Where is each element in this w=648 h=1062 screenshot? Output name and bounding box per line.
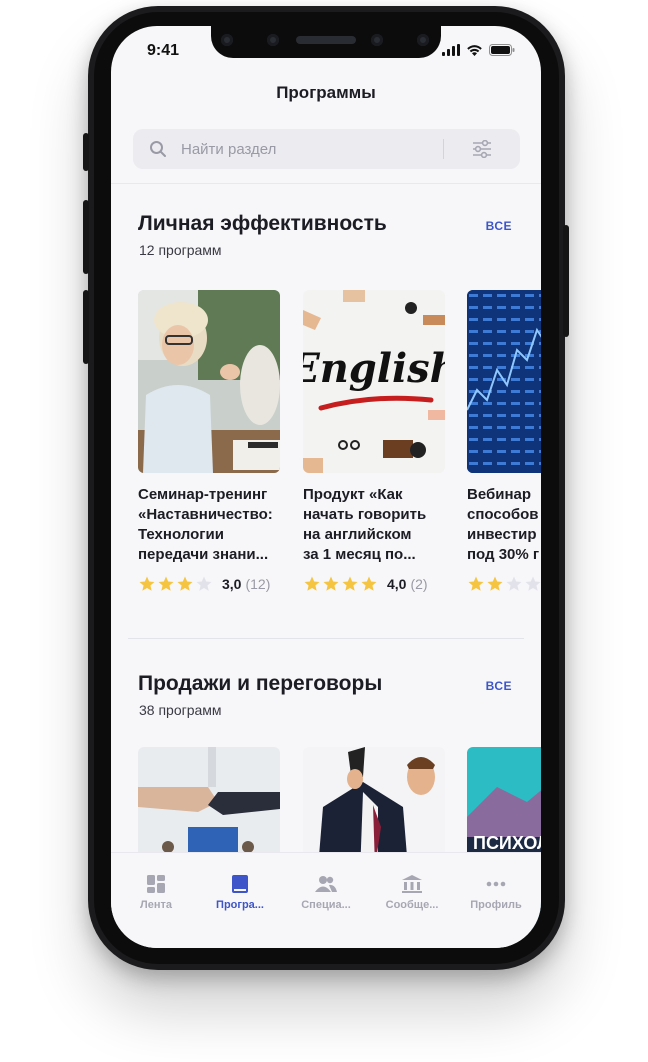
star-icon	[468, 576, 484, 591]
star-icon	[158, 576, 174, 591]
program-title: Семинар-тренинг «Наставничество: Техноло…	[138, 486, 273, 563]
star-icon	[139, 576, 155, 591]
star-icon	[304, 576, 320, 591]
tab-label: Специа...	[301, 899, 351, 911]
program-card[interactable]: Семинар-тренинг «Наставничество: Техноло…	[138, 290, 280, 594]
page-title: Программы	[276, 83, 376, 102]
psychology-image-text: ПСИХОЛОГ	[473, 833, 541, 853]
program-image	[467, 290, 541, 473]
tab-specialists[interactable]: Специа...	[286, 875, 366, 911]
institution-icon	[402, 875, 422, 893]
see-all-link[interactable]: ВСЕ	[486, 679, 512, 693]
tab-label: Програ...	[216, 899, 264, 911]
program-card[interactable]: English Продукт «Как начать говорить на …	[303, 290, 445, 594]
search-input[interactable]: Найти раздел	[181, 141, 276, 158]
tab-bar: Лента Програ... Специа... Сообще... Проф…	[111, 852, 541, 948]
english-image-text: English	[303, 345, 445, 392]
search-divider	[443, 139, 444, 159]
people-icon	[315, 876, 337, 892]
star-icon	[323, 576, 339, 591]
section-title: Продажи и переговоры	[138, 672, 383, 695]
program-image: English	[303, 290, 445, 473]
signal-icon	[442, 44, 460, 56]
see-all-link[interactable]: ВСЕ	[486, 219, 512, 233]
rating: 3,0 (12)	[138, 574, 280, 594]
status-time: 9:41	[147, 42, 180, 59]
star-icon	[361, 576, 377, 591]
program-title: Вебинар способов инвестир под 30% г	[467, 486, 540, 563]
feed-icon	[147, 875, 165, 893]
mute-switch	[83, 133, 89, 171]
rating	[467, 574, 541, 594]
tab-label: Профиль	[470, 899, 522, 911]
header-divider	[111, 183, 541, 184]
program-card[interactable]: Вебинар способов инвестир под 30% г	[467, 290, 541, 594]
search-icon	[150, 141, 166, 157]
search-bar[interactable]: Найти раздел	[133, 129, 520, 169]
tab-label: Лента	[140, 899, 172, 911]
earpiece-speaker	[296, 36, 356, 44]
tab-programs[interactable]: Програ...	[200, 875, 280, 911]
section-divider	[128, 638, 524, 639]
section-count: 12 программ	[139, 242, 222, 258]
volume-up-button	[83, 200, 89, 274]
star-icon	[487, 576, 503, 591]
rating-value: 4,0	[387, 576, 407, 592]
star-icon	[525, 576, 541, 591]
book-icon	[232, 875, 248, 893]
wifi-icon	[467, 45, 482, 56]
program-title: Продукт «Как начать говорить на английск…	[303, 486, 427, 563]
tab-label: Сообще...	[385, 899, 439, 911]
star-icon	[506, 576, 522, 591]
rating: 4,0 (2)	[303, 574, 445, 594]
more-icon	[486, 881, 506, 887]
rating-count: (12)	[245, 576, 271, 592]
section-count: 38 программ	[139, 702, 222, 718]
rating-value: 3,0	[222, 576, 242, 592]
star-icon	[177, 576, 193, 591]
section-title: Личная эффективность	[138, 212, 387, 235]
program-image	[138, 290, 280, 473]
tab-feed[interactable]: Лента	[116, 875, 196, 911]
camera-dot	[371, 34, 383, 46]
tab-profile[interactable]: Профиль	[456, 875, 536, 911]
star-icon	[342, 576, 358, 591]
tab-community[interactable]: Сообще...	[372, 875, 452, 911]
battery-icon	[489, 44, 515, 56]
rating-count: (2)	[410, 576, 428, 592]
notch	[211, 26, 441, 58]
sensor-dot	[267, 34, 279, 46]
volume-down-button	[83, 290, 89, 364]
status-icons	[442, 44, 515, 56]
star-icon	[196, 576, 212, 591]
sensor-dot	[417, 34, 429, 46]
app-screen: 9:41 Программы Найти раздел Личная эффек…	[111, 26, 541, 948]
sensor-dot	[221, 34, 233, 46]
filter-icon[interactable]	[472, 140, 492, 158]
power-button	[563, 225, 569, 337]
